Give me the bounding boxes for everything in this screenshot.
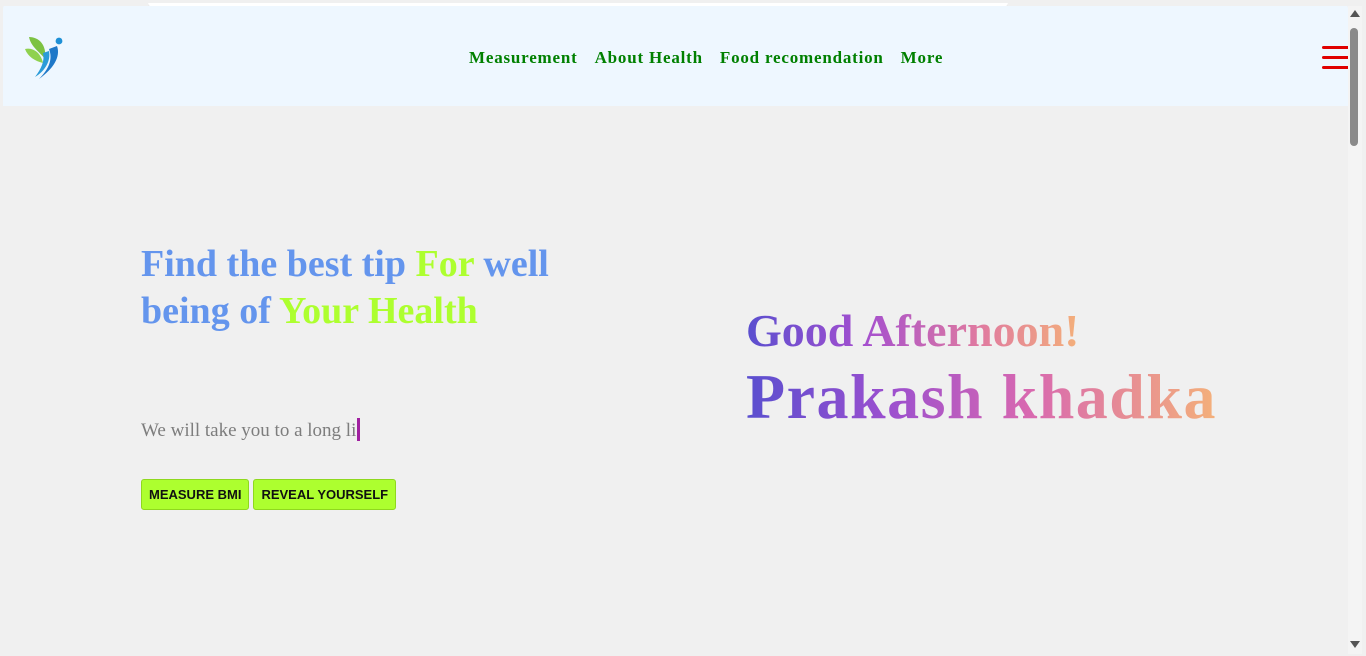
hero-title: Find the best tip For well being of Your… [141, 241, 561, 335]
nav-about-health[interactable]: About Health [595, 48, 703, 68]
nav-measurement[interactable]: Measurement [469, 48, 578, 68]
hero-actions: MEASURE BMI REVEAL YOURSELF [141, 479, 397, 510]
title-highlight: Your [278, 290, 359, 332]
vertical-scrollbar[interactable] [1348, 6, 1362, 654]
main-nav: Measurement About Health Food recomendat… [469, 48, 943, 68]
menu-bar [1322, 56, 1348, 59]
title-highlight: For [415, 243, 474, 285]
scroll-down-arrow-icon[interactable] [1350, 641, 1360, 648]
nav-food-recommendation[interactable]: Food recomendation [720, 48, 884, 68]
tagline-text: We will take you to a long li [141, 420, 357, 441]
reveal-yourself-button[interactable]: REVEAL YOURSELF [253, 479, 397, 510]
scroll-up-arrow-icon[interactable] [1350, 10, 1360, 17]
navbar: Measurement About Health Food recomendat… [3, 6, 1348, 106]
page-frame: Measurement About Health Food recomendat… [3, 3, 1348, 654]
title-highlight: Health [367, 290, 478, 332]
title-text: Find the best tip [141, 243, 416, 285]
menu-bar [1322, 46, 1348, 49]
measure-bmi-button[interactable]: MEASURE BMI [141, 479, 250, 510]
typing-tagline: We will take you to a long li [141, 418, 361, 442]
greeting-text: Good Afternoon! [746, 305, 1080, 356]
typing-caret [357, 418, 361, 441]
title-text [358, 290, 368, 332]
scrollbar-thumb[interactable] [1350, 28, 1358, 146]
menu-bar [1322, 66, 1348, 69]
user-name: Prakash khadka [746, 361, 1217, 432]
nav-more[interactable]: More [901, 48, 944, 68]
hamburger-menu-icon[interactable] [1322, 46, 1348, 72]
leaf-logo-icon[interactable] [23, 33, 67, 83]
